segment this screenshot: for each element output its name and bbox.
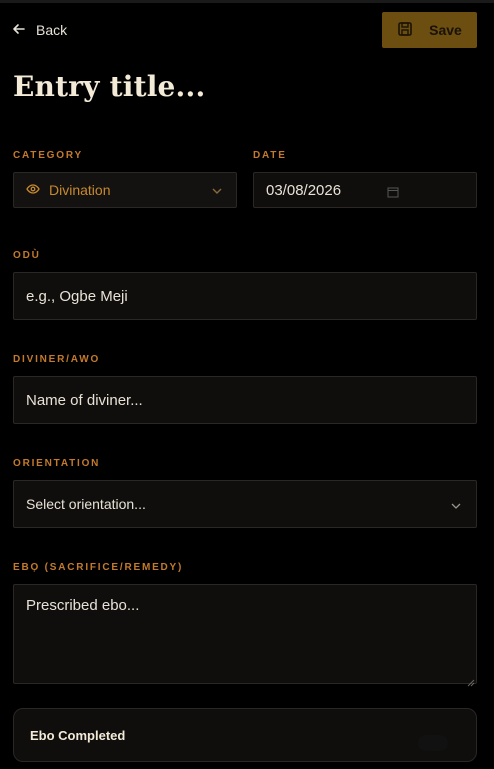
calendar-icon[interactable]: [387, 185, 399, 198]
floppy-disk-icon: [397, 21, 413, 40]
save-button[interactable]: Save: [382, 12, 477, 48]
entry-title-input[interactable]: Entry title...: [13, 70, 205, 103]
ebo-completed-toggle[interactable]: [418, 735, 448, 751]
ebo-label: EBỌ (SACRIFICE/REMEDY): [13, 562, 184, 573]
back-button[interactable]: Back: [12, 18, 67, 42]
back-label: Back: [36, 22, 68, 38]
arrow-left-icon: [12, 22, 26, 39]
orientation-select[interactable]: Select orientation...: [13, 480, 477, 528]
save-label: Save: [429, 22, 462, 38]
orientation-value: Select orientation...: [26, 496, 146, 512]
category-value: Divination: [49, 182, 111, 198]
odu-input[interactable]: e.g., Ogbe Meji: [13, 272, 477, 320]
odu-label: ODÙ: [13, 250, 41, 261]
chevron-down-icon: [450, 499, 462, 511]
eye-icon: [26, 182, 40, 199]
diviner-label: DIVINER/AWO: [13, 354, 101, 365]
ebo-completed-card: Ebo Completed: [13, 708, 477, 762]
ebo-placeholder: Prescribed ebo...: [26, 597, 140, 614]
date-value: 03/08/2026: [266, 181, 342, 199]
category-label: CATEGORY: [13, 150, 83, 161]
top-divider: [0, 0, 494, 3]
orientation-label: ORIENTATION: [13, 458, 101, 469]
category-select[interactable]: Divination: [13, 172, 237, 208]
ebo-textarea[interactable]: Prescribed ebo...: [13, 584, 477, 687]
ebo-completed-label: Ebo Completed: [30, 727, 126, 743]
chevron-down-icon: [210, 184, 224, 201]
date-field[interactable]: 03/08/2026: [253, 172, 477, 208]
date-label: DATE: [253, 150, 287, 161]
diviner-input[interactable]: Name of diviner...: [13, 376, 477, 424]
resize-handle-icon[interactable]: [467, 674, 475, 687]
